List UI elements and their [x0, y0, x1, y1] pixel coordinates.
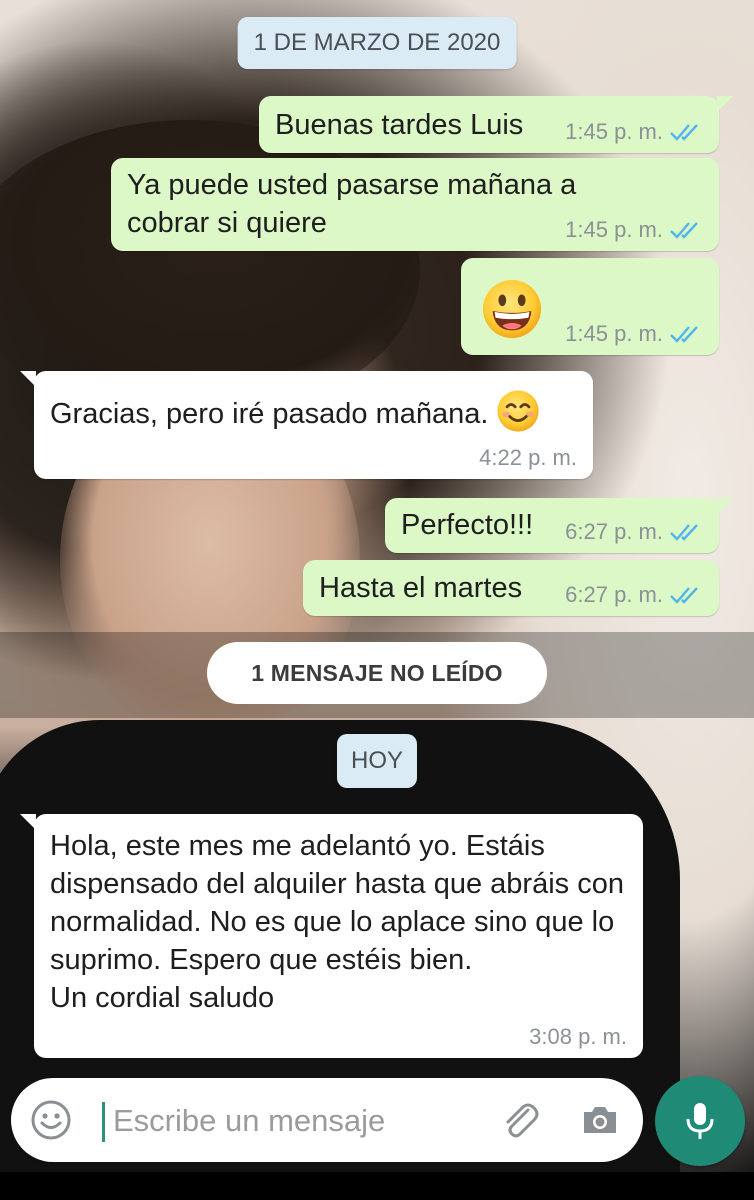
message-input[interactable] — [111, 1094, 475, 1148]
message-bubble-outgoing[interactable]: Hasta el martes 6:27 p. m. — [303, 560, 719, 616]
attach-icon[interactable] — [498, 1098, 542, 1142]
smiling-face-icon — [497, 390, 540, 432]
message-time: 3:08 p. m. — [529, 1024, 627, 1049]
today-divider: HOY — [336, 734, 418, 788]
message-meta: 6:27 p. m. — [565, 582, 703, 608]
message-text: Gracias, pero iré pasado mañana. — [50, 389, 540, 433]
message-time: 1:45 p. m. — [565, 119, 663, 144]
read-ticks-icon — [670, 524, 698, 541]
bubble-tail — [717, 498, 733, 514]
message-time: 1:45 p. m. — [565, 321, 663, 346]
message-meta: 1:45 p. m. — [565, 217, 703, 243]
message-meta: 3:08 p. m. — [529, 1024, 627, 1050]
message-bubble-outgoing[interactable]: 1:45 p. m. — [461, 258, 719, 355]
message-bubble-outgoing[interactable]: Perfecto!!! 6:27 p. m. — [385, 498, 733, 553]
bubble-tail — [20, 814, 36, 830]
message-time: 6:27 p. m. — [565, 519, 663, 544]
text-cursor — [102, 1102, 105, 1142]
message-composer — [11, 1078, 643, 1162]
read-ticks-icon — [670, 587, 698, 604]
message-meta: 4:22 p. m. — [479, 445, 577, 471]
message-text: Hasta el martes — [319, 572, 523, 604]
message-text: Hola, este mes me adelantó yo. Estáis di… — [50, 830, 624, 1014]
read-ticks-icon — [670, 222, 698, 239]
mic-icon — [686, 1103, 714, 1139]
mic-button[interactable] — [655, 1076, 745, 1166]
message-text: Perfecto!!! — [401, 509, 534, 541]
message-time: 6:27 p. m. — [565, 582, 663, 607]
bubble-tail — [717, 96, 733, 112]
message-time: 1:45 p. m. — [565, 217, 663, 242]
message-bubble-outgoing[interactable]: Buenas tardes Luis 1:45 p. m. — [259, 96, 733, 153]
message-meta: 1:45 p. m. — [565, 321, 703, 347]
grinning-face-icon — [482, 279, 542, 339]
emoji-icon[interactable] — [30, 1099, 72, 1141]
bubble-tail — [20, 371, 36, 387]
message-text: Buenas tardes Luis — [275, 109, 524, 141]
camera-icon[interactable] — [579, 1099, 621, 1141]
date-divider: 1 DE MARZO DE 2020 — [237, 17, 517, 69]
message-meta: 1:45 p. m. — [565, 119, 703, 145]
message-bubble-incoming[interactable]: Gracias, pero iré pasado mañana. 4:22 p.… — [20, 371, 593, 479]
message-time: 4:22 p. m. — [479, 445, 577, 470]
unread-messages-banner: 1 MENSAJE NO LEÍDO — [207, 642, 547, 704]
message-text-content: Gracias, pero iré pasado mañana. — [50, 398, 489, 430]
message-meta: 6:27 p. m. — [565, 519, 703, 545]
read-ticks-icon — [670, 124, 698, 141]
message-bubble-outgoing[interactable]: Ya puede usted pasarse mañana a cobrar s… — [111, 158, 719, 251]
message-bubble-incoming[interactable]: Hola, este mes me adelantó yo. Estáis di… — [20, 814, 643, 1058]
read-ticks-icon — [670, 326, 698, 343]
